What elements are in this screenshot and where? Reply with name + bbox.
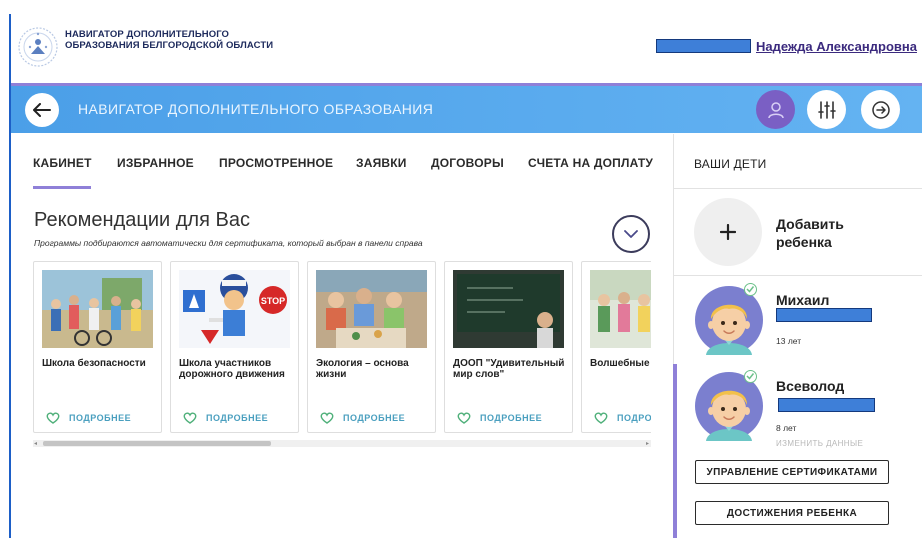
top-bar: НАВИГАТОР ДОПОЛНИТЕЛЬНОГО ОБРАЗОВАНИЯ bbox=[11, 86, 922, 133]
cards-scrollbar[interactable]: ◂ ▸ bbox=[33, 440, 651, 447]
child-achievements-button[interactable]: ДОСТИЖЕНИЯ РЕБЕНКА bbox=[695, 501, 889, 525]
details-link[interactable]: ПОДРОБНЕЕ bbox=[617, 413, 651, 423]
program-image bbox=[42, 270, 153, 348]
program-title: Экология – основа жизни bbox=[316, 358, 409, 380]
tab-applications[interactable]: ЗАЯВКИ bbox=[356, 156, 407, 170]
heart-icon[interactable] bbox=[594, 412, 608, 424]
check-icon bbox=[744, 370, 757, 383]
chevron-down-icon bbox=[624, 229, 638, 238]
program-image bbox=[453, 270, 564, 348]
org-name: НАВИГАТОР ДОПОЛНИТЕЛЬНОГО ОБРАЗОВАНИЯ БЕ… bbox=[65, 29, 274, 51]
child-age: 13 лет bbox=[776, 336, 802, 346]
scroll-right-arrow[interactable]: ▸ bbox=[646, 440, 649, 447]
arrow-left-icon bbox=[33, 103, 51, 117]
tab-cabinet[interactable]: КАБИНЕТ bbox=[33, 156, 92, 170]
details-link[interactable]: ПОДРОБНЕЕ bbox=[480, 413, 542, 423]
children-panel-title: ВАШИ ДЕТИ bbox=[694, 157, 767, 171]
top-bar-title: НАВИГАТОР ДОПОЛНИТЕЛЬНОГО ОБРАЗОВАНИЯ bbox=[78, 101, 434, 117]
child-name: Михаил bbox=[776, 292, 830, 308]
manage-certificates-button[interactable]: УПРАВЛЕНИЕ СЕРТИФИКАТАМИ bbox=[695, 460, 889, 484]
program-title: Волшебные краски-31 bbox=[590, 358, 651, 369]
child-age: 8 лет bbox=[776, 423, 797, 433]
cabinet-tabs: КАБИНЕТ ИЗБРАННОЕ ПРОСМОТРЕННОЕ ЗАЯВКИ Д… bbox=[11, 134, 673, 192]
edit-child-data-link[interactable]: ИЗМЕНИТЬ ДАННЫЕ bbox=[776, 439, 863, 448]
logo-icon[interactable] bbox=[17, 26, 59, 68]
page: НАВИГАТОР ДОПОЛНИТЕЛЬНОГО ОБРАЗОВАНИЯ БЕ… bbox=[0, 0, 922, 538]
program-card[interactable]: ДООП "Удивительный мир слов" ПОДРОБНЕЕ bbox=[444, 261, 573, 433]
program-card[interactable]: Экология – основа жизни ПОДРОБНЕЕ bbox=[307, 261, 436, 433]
details-link[interactable]: ПОДРОБНЕЕ bbox=[206, 413, 268, 423]
details-link[interactable]: ПОДРОБНЕЕ bbox=[343, 413, 405, 423]
heart-icon[interactable] bbox=[46, 412, 60, 424]
heart-icon[interactable] bbox=[183, 412, 197, 424]
logout-button[interactable] bbox=[861, 90, 900, 129]
scrollbar-thumb[interactable] bbox=[43, 441, 271, 446]
filters-button[interactable] bbox=[807, 90, 846, 129]
recommendations-collapse-button[interactable] bbox=[612, 215, 650, 253]
back-button[interactable] bbox=[25, 93, 59, 127]
heart-icon[interactable] bbox=[320, 412, 334, 424]
program-image: STOP bbox=[179, 270, 290, 348]
program-image bbox=[316, 270, 427, 348]
panel-separator bbox=[674, 188, 922, 189]
program-title: Школа безопасности bbox=[42, 358, 146, 369]
svg-text:STOP: STOP bbox=[261, 296, 285, 306]
site-header: НАВИГАТОР ДОПОЛНИТЕЛЬНОГО ОБРАЗОВАНИЯ БЕ… bbox=[11, 14, 922, 84]
selected-child-indicator bbox=[673, 364, 677, 538]
active-tab-indicator bbox=[33, 186, 91, 189]
program-title: ДООП "Удивительный мир слов" bbox=[453, 358, 565, 380]
heart-icon[interactable] bbox=[457, 412, 471, 424]
redacted-surname bbox=[776, 308, 872, 322]
plus-icon bbox=[720, 224, 736, 240]
user-name-link[interactable]: Надежда Александровна bbox=[756, 39, 917, 54]
recommendations-title: Рекомендации для Вас bbox=[34, 209, 250, 231]
profile-button[interactable] bbox=[756, 90, 795, 129]
recommendation-cards: Школа безопасности ПОДРОБНЕЕ STOP Школа … bbox=[33, 261, 651, 435]
child-avatar[interactable] bbox=[694, 285, 764, 355]
sliders-icon bbox=[817, 100, 836, 119]
tab-invoices[interactable]: СЧЕТА НА ДОПЛАТУ bbox=[528, 156, 653, 170]
user-icon bbox=[767, 101, 784, 118]
program-card[interactable]: Волшебные краски-31 ПОДРОБНЕЕ bbox=[581, 261, 651, 433]
add-child-button[interactable] bbox=[694, 198, 762, 266]
tab-favorites[interactable]: ИЗБРАННОЕ bbox=[117, 156, 194, 170]
program-image bbox=[590, 270, 651, 348]
check-icon bbox=[744, 283, 757, 296]
program-card[interactable]: Школа безопасности ПОДРОБНЕЕ bbox=[33, 261, 162, 433]
recommendations-subtitle: Программы подбираются автоматически для … bbox=[34, 238, 423, 248]
tab-contracts[interactable]: ДОГОВОРЫ bbox=[431, 156, 504, 170]
panel-separator bbox=[674, 275, 922, 276]
child-name: Всеволод bbox=[776, 378, 845, 394]
logout-icon bbox=[871, 100, 890, 119]
redacted-surname bbox=[778, 398, 875, 412]
tab-viewed[interactable]: ПРОСМОТРЕННОЕ bbox=[219, 156, 333, 170]
program-title: Школа участников дорожного движения bbox=[179, 358, 285, 380]
details-link[interactable]: ПОДРОБНЕЕ bbox=[69, 413, 131, 423]
program-card[interactable]: STOP Школа участников дорожного движения… bbox=[170, 261, 299, 433]
scroll-left-arrow[interactable]: ◂ bbox=[34, 440, 37, 447]
redacted-surname bbox=[656, 39, 751, 53]
add-child-label[interactable]: Добавить ребенка bbox=[776, 215, 886, 251]
